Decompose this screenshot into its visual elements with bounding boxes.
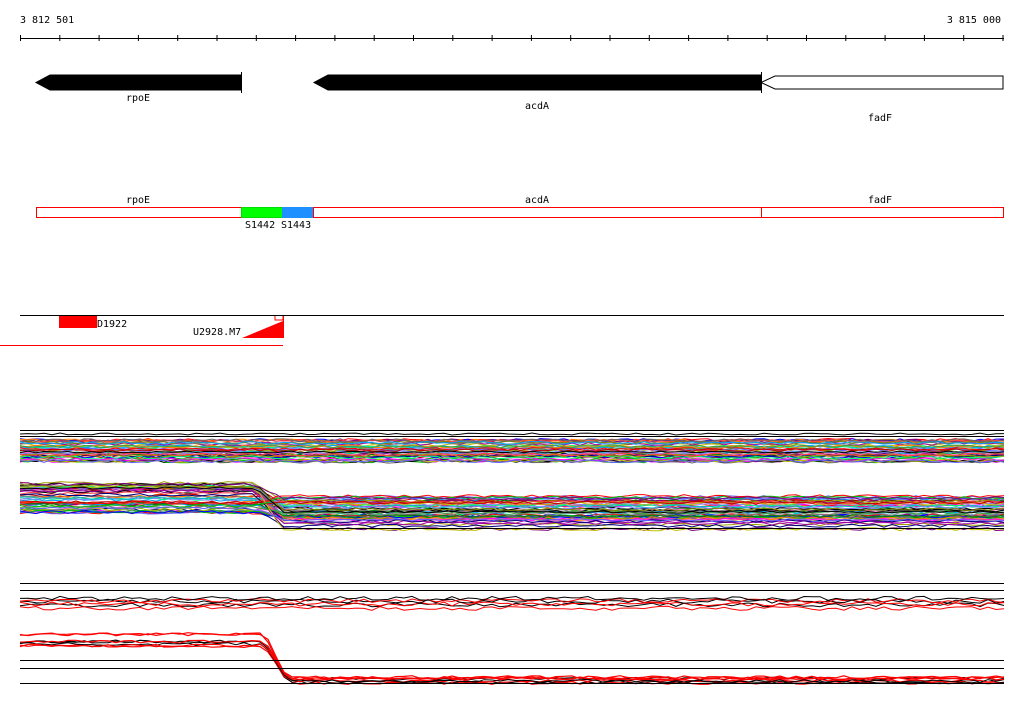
trace-group-upper	[19, 432, 1005, 532]
gene-fadF[interactable]: fadF	[759, 75, 1004, 124]
gene-arrow-acdA[interactable]	[312, 74, 762, 91]
gene-label-fadF: fadF	[868, 113, 892, 124]
segment-fadF[interactable]	[761, 207, 1004, 218]
traces-upper-block	[19, 430, 1005, 532]
feature-label-D1922: D1922	[97, 319, 127, 330]
traces-lower-block	[19, 583, 1005, 685]
segment-acdA[interactable]	[313, 207, 762, 218]
gene-rpoE[interactable]: rpoE	[34, 72, 242, 104]
genome-browser-canvas: 3 812 501 3 815 000 rpoE acdA fadF rpoE …	[0, 15, 1005, 685]
gene-arrow-fadF[interactable]	[759, 75, 1004, 90]
segment-label-S1442: S1442	[245, 220, 275, 231]
feature-D1922[interactable]	[59, 316, 97, 328]
trace-group-lower	[19, 595, 1005, 685]
segment-S1443[interactable]	[282, 207, 314, 218]
segment-label-S1443: S1443	[281, 220, 311, 231]
trace-line	[19, 643, 1005, 681]
segment-track: rpoE S1442 S1443 acdA fadF	[36, 195, 1004, 231]
feature-U2928-M7[interactable]	[242, 321, 283, 338]
feature-label-U2928-M7: U2928.M7	[193, 327, 241, 338]
trace-line	[19, 632, 1005, 680]
segment-label-acdA: acdA	[525, 195, 549, 206]
coordinate-ruler: 3 812 501 3 815 000	[20, 15, 1004, 41]
ruler-end-label: 3 815 000	[947, 15, 1001, 26]
feature-track: D1922 U2928.M7	[0, 315, 1004, 346]
ruler-start-label: 3 812 501	[20, 15, 74, 26]
trace-line	[19, 432, 1005, 436]
segment-rpoE[interactable]	[36, 207, 242, 218]
trace-line	[19, 605, 1005, 611]
segment-S1442[interactable]	[241, 207, 283, 218]
gene-track: rpoE acdA fadF	[34, 72, 1004, 124]
gene-arrow-rpoE[interactable]	[34, 74, 242, 91]
feature-bracket	[274, 316, 284, 321]
segment-label-fadF: fadF	[868, 195, 892, 206]
gene-acdA[interactable]: acdA	[312, 72, 762, 112]
gene-label-rpoE: rpoE	[126, 93, 150, 104]
gene-label-acdA: acdA	[525, 101, 549, 112]
segment-label-rpoE: rpoE	[126, 195, 150, 206]
